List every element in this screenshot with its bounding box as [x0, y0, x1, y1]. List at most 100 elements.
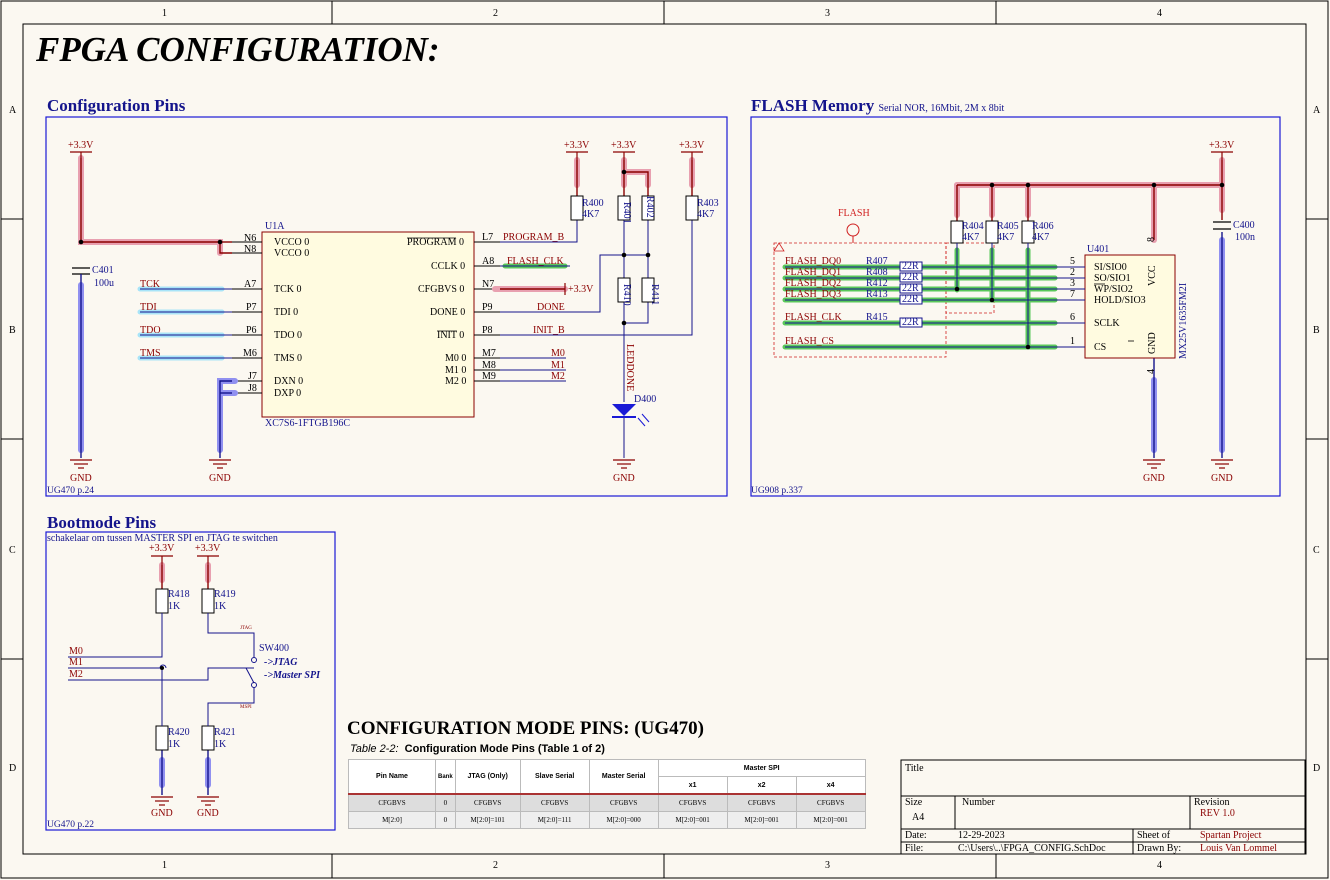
r420-value: 1K: [168, 739, 181, 750]
r402-ref: R402: [644, 196, 655, 218]
pin-name: VCCO 0: [274, 248, 310, 259]
net-label-tck: TCK: [140, 279, 160, 290]
r411-ref: R411: [649, 284, 660, 306]
table-row: M[2:0] 0 M[2:0]=101 M[2:0]=111 M[2:0]=00…: [348, 811, 866, 829]
col-label-1: 1: [162, 8, 167, 19]
schematic-drawing: [0, 0, 1329, 879]
tb-drawn-label: Drawn By:: [1137, 843, 1182, 854]
pin-name: TDI 0: [274, 307, 299, 318]
c400-ref: C400: [1233, 220, 1255, 231]
chip-pin-num: 7: [1070, 289, 1075, 300]
pin-name: VCCO 0: [274, 237, 310, 248]
net-label: INIT_B: [533, 325, 565, 336]
flash-title-text: FLASH Memory: [751, 96, 875, 115]
flash-net: FLASH_DQ0: [785, 256, 842, 267]
pin-name: DXN 0: [274, 376, 304, 387]
r421-ref: R421: [214, 727, 236, 738]
row-label-c-right: C: [1313, 545, 1320, 556]
flash-net: FLASH_CLK: [785, 312, 842, 323]
net-label: M0: [551, 348, 565, 359]
tb-author: Louis Van Lommel: [1200, 843, 1278, 854]
r403-ref: R403: [697, 198, 719, 209]
pin-num: P6: [246, 325, 257, 336]
sheet-title: FPGA CONFIGURATION:: [36, 30, 440, 69]
boot-net-m2: M2: [69, 669, 83, 680]
pin-name: TMS 0: [274, 353, 303, 364]
c401-ref: C401: [92, 265, 114, 276]
table-cell: CFGBVS: [588, 793, 659, 812]
boot-gnd-label: GND: [197, 808, 219, 819]
pin-name: TDO 0: [274, 330, 303, 341]
table-cell: M[2:0]=000: [588, 811, 659, 829]
pin-name: DXP 0: [274, 388, 302, 399]
tb-file: C:\Users\..\FPGA_CONFIG.SchDoc: [958, 843, 1106, 854]
r403-value: 4K7: [697, 209, 715, 220]
sw400-opt-jtag: ->JTAG: [264, 657, 298, 668]
flash-series-res: R412: [866, 278, 888, 289]
gnd-label: GND: [70, 473, 92, 484]
gnd-label: GND: [613, 473, 635, 484]
tb-date: 12-29-2023: [958, 830, 1005, 841]
table-cell: CFGBVS: [795, 793, 866, 812]
flash-series-res: R407: [866, 256, 888, 267]
table-cell: CFGBVS: [519, 793, 590, 812]
net-label: M1: [551, 360, 565, 371]
th-bank: Bank: [435, 759, 456, 795]
th-x1: x1: [657, 776, 728, 795]
pin-num: P8: [482, 325, 493, 336]
mode-table: Pin Name Bank JTAG (Only) Slave Serial M…: [348, 759, 866, 829]
boot-gnd-label: GND: [151, 808, 173, 819]
chip-pin-num: 2: [1070, 267, 1075, 278]
flash-series-res: R413: [866, 289, 888, 300]
pin-name: M0 0: [445, 353, 467, 364]
pullup-ref: R404: [962, 221, 984, 232]
u401-ref: U401: [1087, 244, 1110, 255]
boot-net-m1: M1: [69, 657, 83, 668]
pin-name: M1 0: [445, 365, 467, 376]
sw400-ref: SW400: [259, 643, 289, 654]
gnd-pin-num: 4: [1146, 369, 1157, 374]
net-label: PROGRAM_B: [503, 232, 565, 243]
flash-series-val: 22R: [902, 283, 919, 294]
r419-value: 1K: [214, 601, 227, 612]
tb-title-label: Title: [905, 763, 924, 774]
flash-gnd-label: GND: [1211, 473, 1233, 484]
r418-value: 1K: [168, 601, 181, 612]
c400-value: 100n: [1235, 232, 1255, 243]
mode-table-heading: CONFIGURATION MODE PINS: (UG470): [347, 718, 704, 739]
chip-pin-num: 5: [1070, 256, 1075, 267]
tb-size-label: Size: [905, 797, 923, 808]
sw400-opt-mspi: ->Master SPI: [264, 670, 320, 681]
pin-num: M8: [482, 360, 496, 371]
table-cell: M[2:0]: [348, 811, 436, 829]
net-label: FLASH_CLK: [507, 256, 564, 267]
net-label: M2: [551, 371, 565, 382]
pin-num: A7: [244, 279, 257, 290]
caption-num: Table 2-2:: [350, 743, 399, 755]
pullup-value: 4K7: [1032, 232, 1050, 243]
r400-ref: R400: [582, 198, 604, 209]
pin-num: M6: [243, 348, 257, 359]
pin-name: PROGRAM 0: [407, 237, 464, 248]
table-cell: M[2:0]=001: [795, 811, 866, 829]
th-jtag: JTAG (Only): [454, 759, 521, 795]
pullup-value: 4K7: [962, 232, 980, 243]
row-label-a-right: A: [1313, 105, 1321, 116]
r401-ref: R401: [621, 202, 632, 224]
c401-value: 100u: [94, 278, 114, 289]
r410-ref: R410: [621, 284, 632, 306]
tb-revision-label: Revision: [1194, 797, 1230, 808]
col-label-4: 4: [1157, 8, 1162, 19]
row-label-b-right: B: [1313, 325, 1320, 336]
net-label-tms: TMS: [140, 348, 161, 359]
pin-name: DONE 0: [430, 307, 466, 318]
th-master-spi: Master SPI: [657, 759, 866, 777]
table-cell: 0: [435, 811, 456, 829]
th-master-serial: Master Serial: [588, 759, 659, 795]
vcc-pin-num: 8: [1146, 237, 1157, 242]
col-label-1-bottom: 1: [162, 860, 167, 871]
pin-num: N6: [244, 233, 257, 244]
flash-series-val: 22R: [902, 261, 919, 272]
table-cell: 0: [435, 793, 456, 812]
pin-num: M7: [482, 348, 496, 359]
